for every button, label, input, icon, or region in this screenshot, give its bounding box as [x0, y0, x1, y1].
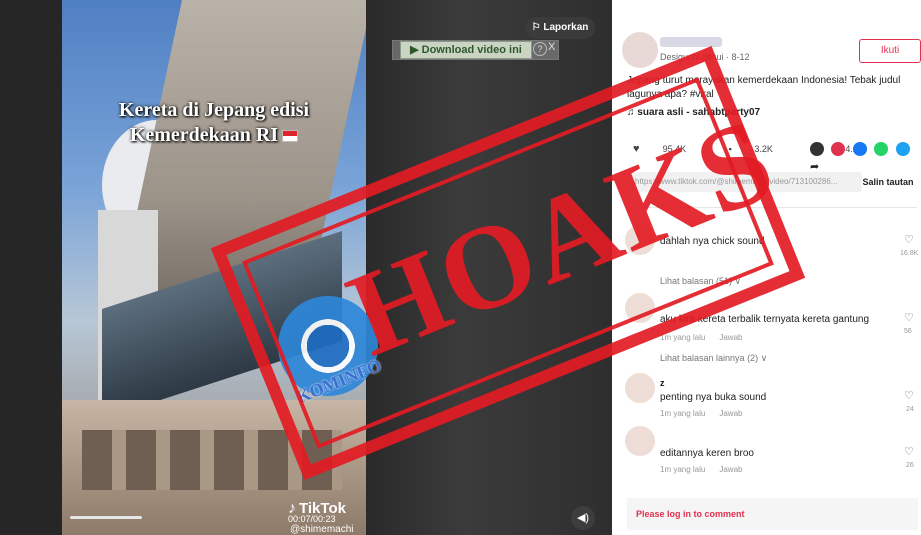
- comment-text: penting nya buka sound: [660, 392, 767, 403]
- embed-icon[interactable]: [810, 141, 824, 156]
- volume-icon[interactable]: ◀): [571, 506, 595, 530]
- player-left-backdrop: [0, 0, 62, 535]
- login-to-comment-link[interactable]: Please log in to comment: [636, 509, 745, 519]
- download-video-button[interactable]: ▶ Download video ini: [400, 41, 532, 59]
- comment-time: 1m yang lalu: [660, 333, 706, 342]
- caption-line-1: Kereta di Jepang edisi: [118, 99, 310, 121]
- reply-link[interactable]: Jawab: [719, 409, 742, 418]
- view-replies-button[interactable]: Lihat balasan lainnya (2) ∨: [660, 353, 767, 364]
- report-label: Laporkan: [543, 22, 589, 33]
- comment-like-icon[interactable]: ♡: [904, 445, 914, 458]
- video-time: 00:07/00:23: [288, 514, 336, 524]
- comment-like-count: 16.8K: [900, 250, 919, 257]
- indonesia-flag-icon: [282, 130, 299, 143]
- comment-meta: 1m yang lalu Jawab: [660, 465, 756, 474]
- copy-link-button[interactable]: Salin tautan: [858, 172, 918, 192]
- comment-time: 1m yang lalu: [660, 465, 706, 474]
- facebook-icon[interactable]: [852, 141, 867, 156]
- whatsapp-icon[interactable]: [874, 141, 889, 156]
- twitter-icon[interactable]: [895, 141, 910, 156]
- download-close-icon[interactable]: X: [548, 41, 555, 53]
- comment-author[interactable]: z: [660, 378, 665, 388]
- share-icons: ➦: [810, 140, 921, 176]
- download-help-icon[interactable]: ?: [533, 42, 547, 56]
- video-progress-bar[interactable]: [70, 516, 142, 519]
- reply-link[interactable]: Jawab: [719, 465, 742, 474]
- comment-meta: 1m yang lalu Jawab: [660, 409, 756, 418]
- comment-like-icon[interactable]: ♡: [904, 233, 914, 246]
- follow-button[interactable]: Ikuti: [859, 39, 921, 63]
- author-avatar[interactable]: [622, 32, 658, 68]
- comment-like-icon[interactable]: ♡: [904, 311, 914, 324]
- comment-like-count: 56: [904, 328, 912, 335]
- comment-avatar[interactable]: [625, 426, 655, 456]
- comment-meta: 1m yang lalu Jawab: [660, 333, 756, 342]
- screenshot-frame: Kereta di Jepang edisi Kemerdekaan RI ♪ T…: [0, 0, 921, 535]
- reply-link[interactable]: Jawab: [719, 333, 742, 342]
- video-handle: @shimemachi: [290, 524, 354, 535]
- report-button[interactable]: ⚐ Laporkan: [525, 17, 595, 39]
- send-icon[interactable]: [831, 141, 846, 156]
- comment-like-icon[interactable]: ♡: [904, 389, 914, 402]
- comment-like-count: 24: [906, 406, 914, 413]
- comment-like-count: 26: [906, 462, 914, 469]
- comment-time: 1m yang lalu: [660, 409, 706, 418]
- caption-line-2: Kemerdekaan RI: [129, 124, 279, 146]
- comment-text: editannya keren broo: [660, 448, 754, 459]
- flag-icon: ⚐: [531, 22, 544, 33]
- author-name-blurred[interactable]: [660, 37, 722, 47]
- video-caption: Kereta di Jepang edisi Kemerdekaan RI: [62, 98, 366, 148]
- comment-avatar[interactable]: [625, 373, 655, 403]
